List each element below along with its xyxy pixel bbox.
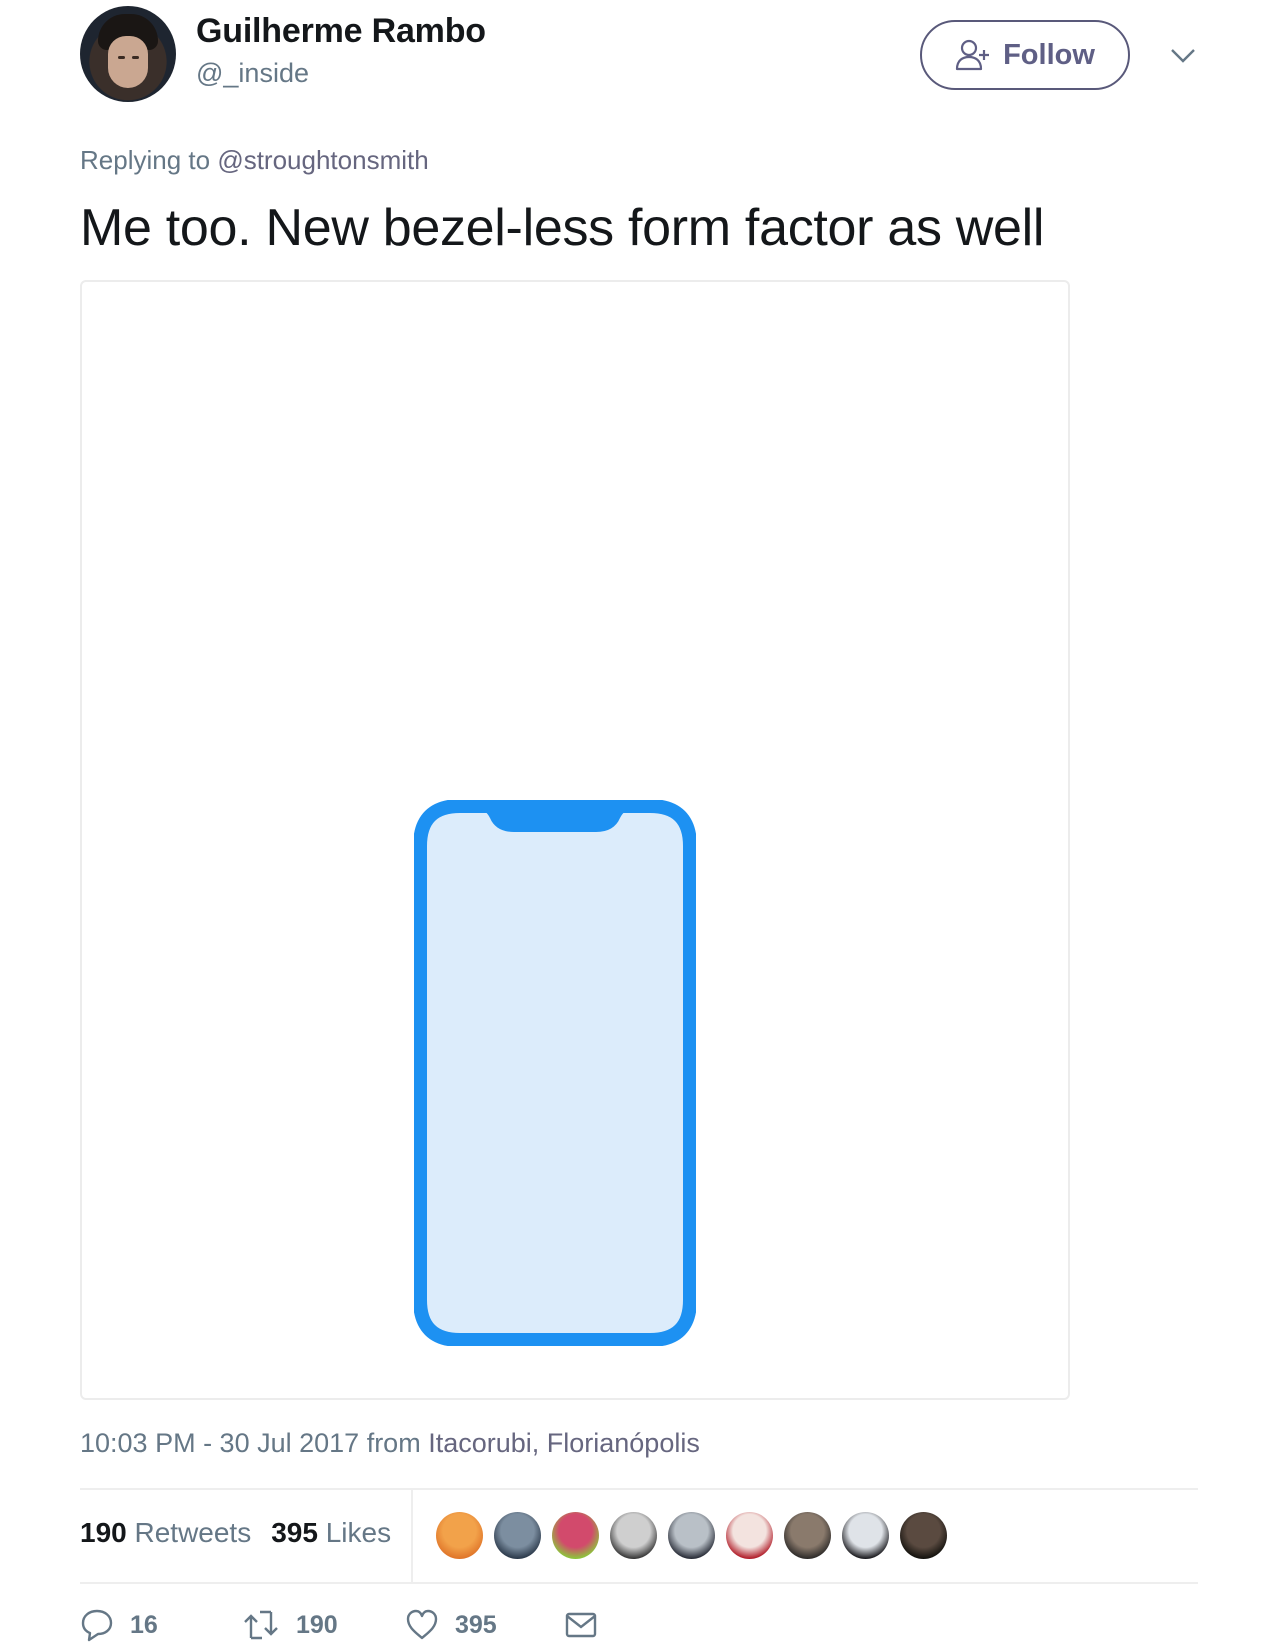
divider-top (80, 1488, 1198, 1490)
replying-prefix: Replying to (80, 145, 218, 175)
avatar-face (108, 36, 148, 88)
likes-label: Likes (317, 1517, 392, 1548)
reply-mention-link[interactable]: @stroughtonsmith (217, 145, 428, 175)
retweet-count: 190 (296, 1610, 338, 1639)
retweets-label: Retweets (126, 1517, 252, 1548)
replying-to: Replying to @stroughtonsmith (80, 145, 429, 176)
media-card[interactable] (80, 280, 1070, 1400)
likers-avatars (436, 1512, 947, 1559)
author-name[interactable]: Guilherme Rambo (196, 12, 486, 51)
likes-stat[interactable]: 395 Likes (271, 1517, 391, 1549)
reply-count: 16 (130, 1610, 158, 1639)
avatar-eye (132, 56, 139, 59)
liker-avatar[interactable] (842, 1512, 889, 1559)
like-button[interactable]: 395 (405, 1608, 497, 1642)
location-link[interactable]: Itacorubi, Florianópolis (428, 1428, 700, 1458)
retweets-count: 190 (80, 1517, 127, 1548)
reply-icon (81, 1609, 113, 1642)
avatar-eye (118, 56, 125, 59)
tweet-text: Me too. New bezel-less form factor as we… (80, 199, 1045, 257)
add-user-icon (955, 39, 990, 71)
tweet-timestamp: 10:03 PM - 30 Jul 2017 from Itacorubi, F… (80, 1428, 700, 1459)
phone-frame (414, 800, 696, 1346)
retweet-button[interactable]: 190 (242, 1608, 338, 1642)
liker-avatar[interactable] (494, 1512, 541, 1559)
phone-outline-image (414, 800, 696, 1346)
envelope-icon (565, 1612, 597, 1638)
divider-bottom (80, 1582, 1198, 1584)
chevron-down-icon[interactable] (1168, 40, 1198, 70)
liker-avatar[interactable] (668, 1512, 715, 1559)
tweet-stats: 190 Retweets 395 Likes (80, 1517, 391, 1549)
tweet-actions: 16 190 395 (80, 1608, 680, 1648)
retweets-stat[interactable]: 190 Retweets (80, 1517, 251, 1549)
like-count: 395 (455, 1610, 497, 1639)
time-date-link[interactable]: 10:03 PM - 30 Jul 2017 (80, 1428, 359, 1458)
direct-message-button[interactable] (564, 1608, 598, 1642)
follow-label: Follow (1003, 38, 1095, 71)
follow-button[interactable]: Follow (920, 20, 1130, 90)
likes-count: 395 (271, 1517, 318, 1548)
liker-avatar[interactable] (784, 1512, 831, 1559)
reply-button[interactable]: 16 (80, 1608, 158, 1642)
author-avatar[interactable] (80, 6, 176, 102)
retweet-icon (244, 1610, 278, 1640)
heart-icon (406, 1609, 438, 1640)
liker-avatar[interactable] (552, 1512, 599, 1559)
author-handle[interactable]: @_inside (196, 58, 309, 89)
liker-avatar[interactable] (726, 1512, 773, 1559)
liker-avatar[interactable] (436, 1512, 483, 1559)
stats-divider (411, 1490, 413, 1582)
from-label: from (359, 1428, 429, 1458)
liker-avatar[interactable] (610, 1512, 657, 1559)
liker-avatar[interactable] (900, 1512, 947, 1559)
phone-notch (480, 810, 630, 832)
